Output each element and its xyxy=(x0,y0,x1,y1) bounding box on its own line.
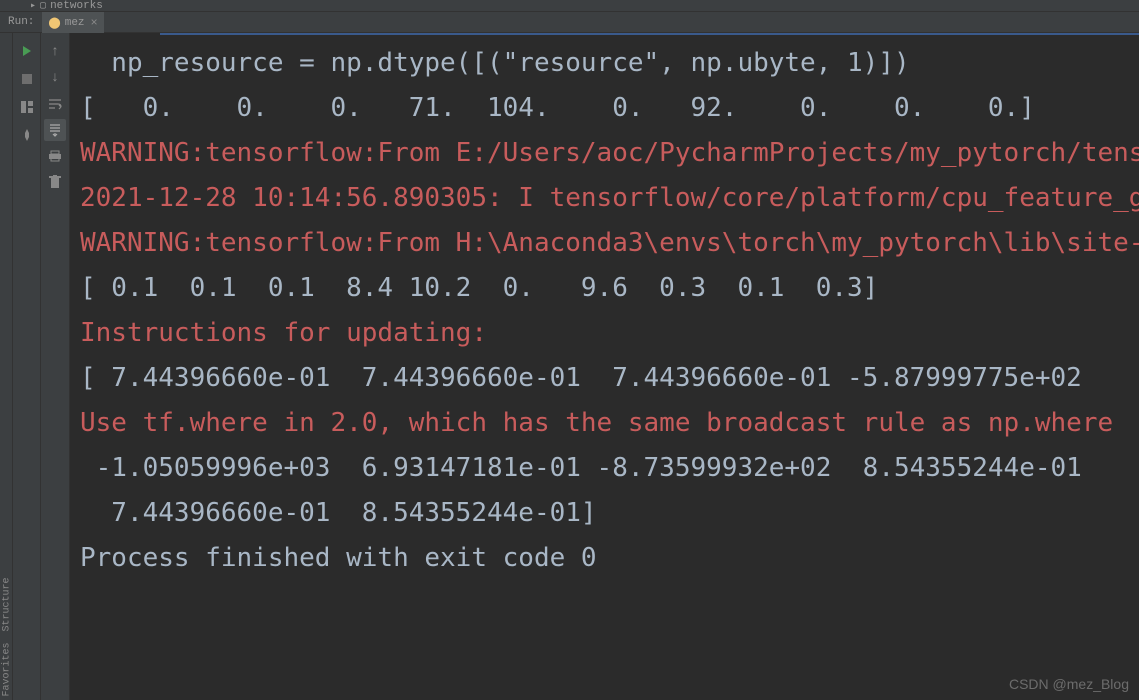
console-line: [ 0. 0. 0. 71. 104. 0. 92. 0. 0. 0.] xyxy=(80,86,1129,131)
console-output[interactable]: np_resource = np.dtype([("resource", np.… xyxy=(70,33,1139,700)
folder-icon: ▢ xyxy=(40,0,46,12)
close-icon[interactable]: × xyxy=(91,16,98,30)
console-line: Process finished with exit code 0 xyxy=(80,536,1129,581)
console-actions-gutter: ↑ ↓ xyxy=(41,33,70,700)
run-tab[interactable]: ⬤ mez × xyxy=(42,12,103,33)
main-area: Structure Favorites ↑ ↓ xyxy=(0,33,1139,700)
watermark: CSDN @mez_Blog xyxy=(1009,676,1129,692)
soft-wrap-icon[interactable] xyxy=(44,93,66,115)
project-tree-row: ▸ ▢ networks xyxy=(0,0,1139,12)
run-label: Run: xyxy=(0,16,42,28)
console-line: Use tf.where in 2.0, which has the same … xyxy=(80,401,1129,446)
scroll-to-end-icon[interactable] xyxy=(44,119,66,141)
python-file-icon: ⬤ xyxy=(48,16,60,30)
console-line: WARNING:tensorflow:From E:/Users/aoc/Pyc… xyxy=(80,131,1129,176)
console-line: -1.05059996e+03 6.93147181e-01 -8.735999… xyxy=(80,446,1129,491)
console-line: 7.44396660e-01 8.54355244e-01] xyxy=(80,491,1129,536)
console-line: [ 0.1 0.1 0.1 8.4 10.2 0. 9.6 0.3 0.1 0.… xyxy=(80,266,1129,311)
favorites-tool-button[interactable]: Favorites xyxy=(2,642,13,696)
console-line: WARNING:tensorflow:From H:\Anaconda3\env… xyxy=(80,221,1129,266)
down-arrow-icon[interactable]: ↓ xyxy=(44,67,66,89)
tool-window-stripe: Structure Favorites xyxy=(0,33,13,700)
structure-tool-button[interactable]: Structure xyxy=(2,577,13,631)
selection-highlight xyxy=(160,33,1139,35)
layout-icon[interactable] xyxy=(17,97,37,117)
up-arrow-icon[interactable]: ↑ xyxy=(44,41,66,63)
project-item-label[interactable]: networks xyxy=(50,0,103,12)
stop-icon[interactable] xyxy=(17,69,37,89)
console-line: [ 7.44396660e-01 7.44396660e-01 7.443966… xyxy=(80,356,1129,401)
rerun-icon[interactable] xyxy=(17,41,37,61)
trash-icon[interactable] xyxy=(44,171,66,193)
tab-label: mez xyxy=(65,17,85,29)
print-icon[interactable] xyxy=(44,145,66,167)
run-tool-window-header: Run: ⬤ mez × xyxy=(0,12,1139,33)
expand-icon[interactable]: ▸ xyxy=(30,0,36,12)
console-line: Instructions for updating: xyxy=(80,311,1129,356)
console-line: np_resource = np.dtype([("resource", np.… xyxy=(80,41,1129,86)
run-actions-gutter xyxy=(13,33,41,700)
console-line: 2021-12-28 10:14:56.890305: I tensorflow… xyxy=(80,176,1129,221)
pin-icon[interactable] xyxy=(17,125,37,145)
